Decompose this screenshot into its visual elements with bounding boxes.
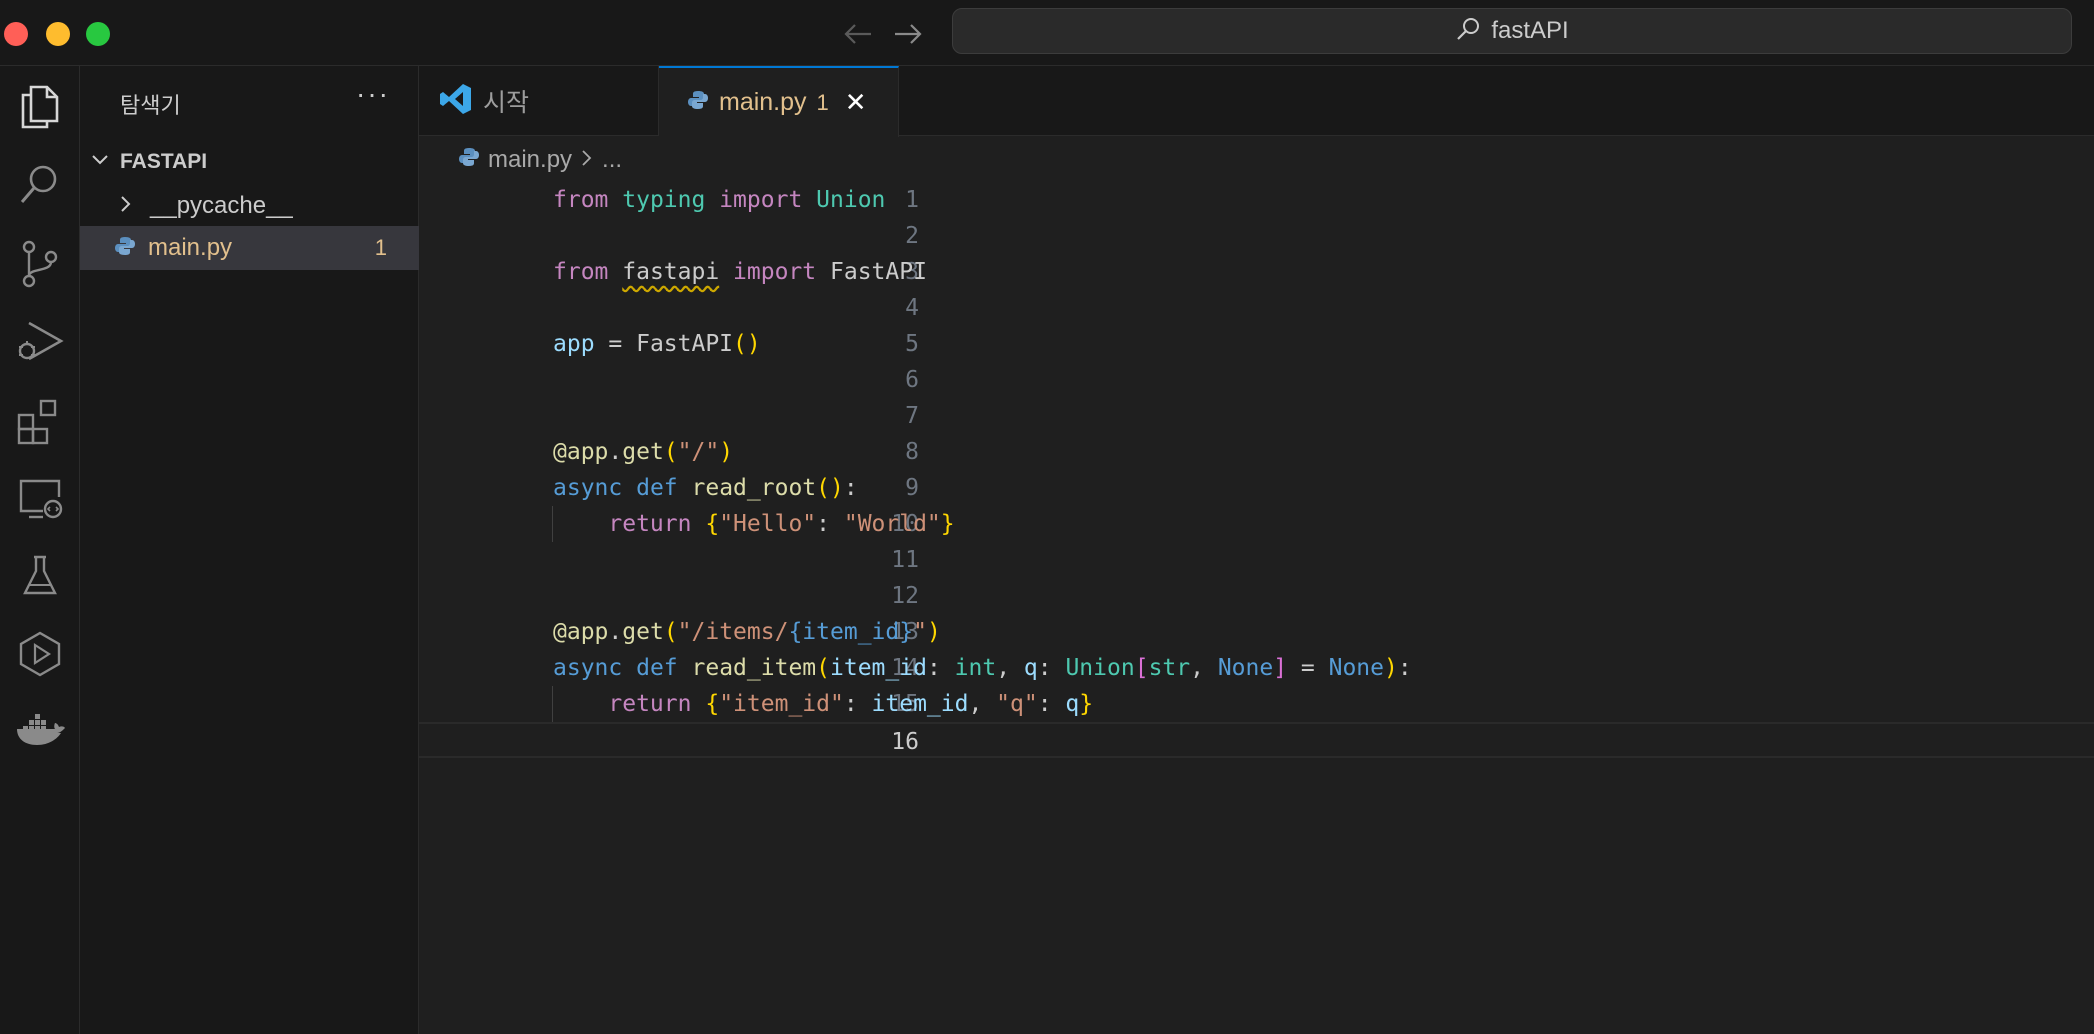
minimize-window-button[interactable] — [46, 22, 70, 46]
code-line[interactable]: 6 — [419, 362, 2094, 398]
chevron-down-icon — [90, 150, 110, 175]
python-file-icon — [114, 235, 136, 262]
code-text: app = FastAPI() — [553, 331, 761, 357]
tree-item-main-py[interactable]: main.py 1 — [80, 226, 419, 270]
python-file-icon — [458, 146, 480, 175]
breadcrumb-file[interactable]: main.py — [488, 146, 572, 174]
code-text: @app.get("/items/{item_id}") — [553, 619, 941, 645]
deploy-icon[interactable] — [0, 614, 80, 694]
line-number: 2 — [905, 223, 919, 249]
line-number: 4 — [905, 295, 919, 321]
search-icon[interactable] — [0, 146, 80, 226]
tab-main-py[interactable]: main.py 1 ✕ — [659, 66, 899, 137]
code-text: async def read_item(item_id: int, q: Uni… — [553, 655, 1412, 681]
forward-arrow-icon[interactable] — [888, 14, 928, 54]
line-number: 5 — [905, 331, 919, 357]
line-number: 7 — [905, 403, 919, 429]
source-control-icon[interactable] — [0, 224, 80, 304]
line-number: 8 — [905, 439, 919, 465]
close-tab-icon[interactable]: ✕ — [845, 87, 867, 118]
back-arrow-icon[interactable] — [838, 14, 878, 54]
code-text: return {"item_id": item_id, "q": q} — [608, 691, 1094, 717]
extensions-icon[interactable] — [0, 380, 80, 460]
testing-icon[interactable] — [0, 536, 80, 616]
search-text: fastAPI — [1491, 17, 1569, 44]
code-line[interactable]: 8 @app.get("/") — [419, 434, 2094, 470]
code-line[interactable]: 4 — [419, 290, 2094, 326]
code-line[interactable]: 10 return {"Hello": "World"} — [419, 506, 2094, 542]
code-line[interactable]: 1 from typing import Union — [419, 182, 2094, 218]
code-line[interactable]: 12 — [419, 578, 2094, 614]
search-icon — [1455, 16, 1481, 47]
code-editor[interactable]: 1 from typing import Union 2 3 from fastapi … — [419, 182, 2094, 1034]
code-line[interactable]: 9 async def read_root(): — [419, 470, 2094, 506]
tree-item-pycache[interactable]: __pycache__ — [80, 184, 419, 228]
line-number: 11 — [891, 547, 919, 573]
code-line[interactable]: 7 — [419, 398, 2094, 434]
line-number: 16 — [891, 729, 919, 755]
chevron-right-icon — [580, 146, 594, 174]
code-line[interactable]: 3 from fastapi import FastAPI — [419, 254, 2094, 290]
code-text: @app.get("/") — [553, 439, 734, 465]
command-center-search[interactable]: fastAPI — [952, 8, 2072, 54]
explorer-sidebar: 탐색기 ··· FASTAPI __pycache__ main.py 1 — [80, 66, 419, 1034]
python-file-icon — [687, 89, 709, 116]
code-text: async def read_root(): — [553, 475, 858, 501]
code-line[interactable]: 2 — [419, 218, 2094, 254]
breadcrumb-symbol[interactable]: ... — [602, 146, 622, 174]
code-line[interactable]: 15 return {"item_id": item_id, "q": q} — [419, 686, 2094, 722]
chevron-right-icon — [116, 194, 136, 219]
explorer-icon[interactable] — [0, 66, 80, 146]
line-number: 12 — [891, 583, 919, 609]
sidebar-title: 탐색기 — [120, 93, 181, 118]
docker-icon[interactable] — [0, 692, 80, 772]
remote-explorer-icon[interactable] — [0, 458, 80, 538]
breadcrumb: main.py ... — [458, 142, 622, 178]
tree-item-label: main.py — [148, 234, 233, 261]
tab-start[interactable]: 시작 — [419, 66, 659, 136]
tab-label: main.py — [719, 88, 807, 116]
code-line[interactable]: 16 — [419, 722, 2094, 758]
code-line[interactable]: 13 @app.get("/items/{item_id}") — [419, 614, 2094, 650]
code-text: return {"Hello": "World"} — [608, 511, 955, 537]
code-line[interactable]: 14 async def read_item(item_id: int, q: U… — [419, 650, 2094, 686]
tab-label: 시작 — [483, 89, 530, 117]
title-bar: fastAPI — [0, 0, 2094, 66]
run-debug-icon[interactable] — [0, 302, 80, 382]
editor-tab-bar: 시작 main.py 1 ✕ — [419, 66, 2094, 137]
problem-count-badge: 1 — [374, 235, 387, 260]
tree-item-label: __pycache__ — [150, 192, 293, 219]
code-text: from fastapi import FastAPI — [553, 259, 927, 285]
folder-fastapi[interactable]: FASTAPI — [80, 142, 419, 182]
vscode-logo-icon — [439, 82, 473, 121]
tab-problem-badge: 1 — [816, 89, 829, 115]
maximize-window-button[interactable] — [86, 22, 110, 46]
code-line[interactable]: 5 app = FastAPI() — [419, 326, 2094, 362]
code-line[interactable]: 11 — [419, 542, 2094, 578]
line-number: 6 — [905, 367, 919, 393]
close-window-button[interactable] — [4, 22, 28, 46]
activity-bar — [0, 66, 80, 1034]
more-actions-icon[interactable]: ··· — [356, 78, 390, 110]
folder-label: FASTAPI — [120, 150, 208, 173]
code-text: from typing import Union — [553, 187, 886, 213]
